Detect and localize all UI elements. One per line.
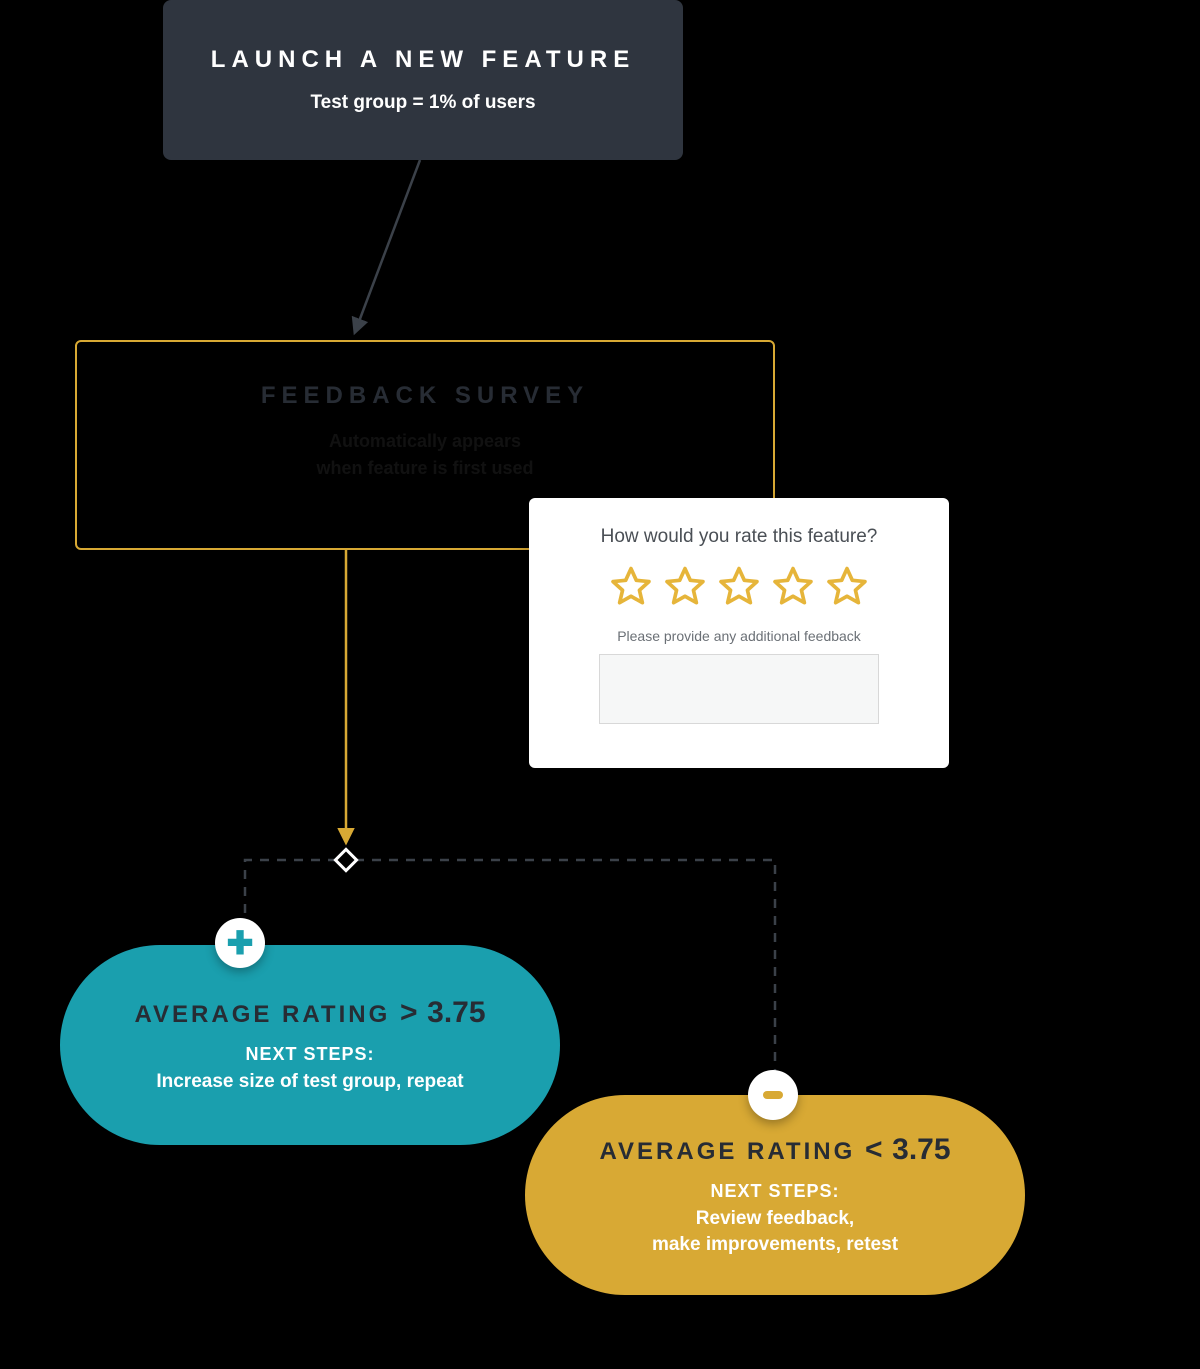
- star-icon[interactable]: [717, 564, 761, 608]
- additional-feedback-label: Please provide any additional feedback: [617, 628, 861, 644]
- feedback-textarea[interactable]: [599, 654, 879, 724]
- positive-threshold: 3.75: [427, 996, 485, 1029]
- plus-badge: ✚: [215, 918, 265, 968]
- survey-title: FEEDBACK SURVEY: [261, 382, 589, 410]
- launch-subtitle: Test group = 1% of users: [310, 92, 535, 114]
- negative-next-steps: Review feedback,make improvements, retes…: [652, 1206, 898, 1257]
- minus-badge: [748, 1070, 798, 1120]
- decision-diamond: [333, 847, 358, 872]
- minus-icon: [763, 1091, 783, 1099]
- launch-title: LAUNCH A NEW FEATURE: [211, 46, 635, 74]
- positive-outcome-box: AVERAGE RATING > 3.75 NEXT STEPS: Increa…: [60, 945, 560, 1145]
- positive-outcome-title: AVERAGE RATING > 3.75: [134, 996, 485, 1030]
- star-icon[interactable]: [663, 564, 707, 608]
- plus-icon: ✚: [227, 927, 254, 959]
- negative-symbol: <: [865, 1133, 883, 1166]
- negative-outcome-title: AVERAGE RATING < 3.75: [599, 1133, 950, 1167]
- star-icon[interactable]: [609, 564, 653, 608]
- positive-next-label: NEXT STEPS:: [245, 1044, 374, 1065]
- negative-outcome-box: AVERAGE RATING < 3.75 NEXT STEPS: Review…: [525, 1095, 1025, 1295]
- survey-line-1: Automatically appears: [329, 428, 521, 455]
- positive-rating-label: AVERAGE RATING: [134, 1001, 390, 1028]
- positive-next-steps: Increase size of test group, repeat: [156, 1069, 463, 1095]
- star-rating-row: [609, 564, 869, 608]
- negative-rating-label: AVERAGE RATING: [599, 1138, 855, 1165]
- negative-threshold: 3.75: [892, 1133, 950, 1166]
- rating-question: How would you rate this feature?: [601, 526, 878, 548]
- star-icon[interactable]: [825, 564, 869, 608]
- star-icon[interactable]: [771, 564, 815, 608]
- launch-step-box: LAUNCH A NEW FEATURE Test group = 1% of …: [163, 0, 683, 160]
- survey-line-2: when feature is first used: [316, 455, 533, 482]
- positive-symbol: >: [400, 996, 418, 1029]
- negative-next-label: NEXT STEPS:: [710, 1181, 839, 1202]
- rating-survey-card: How would you rate this feature? Please …: [529, 498, 949, 768]
